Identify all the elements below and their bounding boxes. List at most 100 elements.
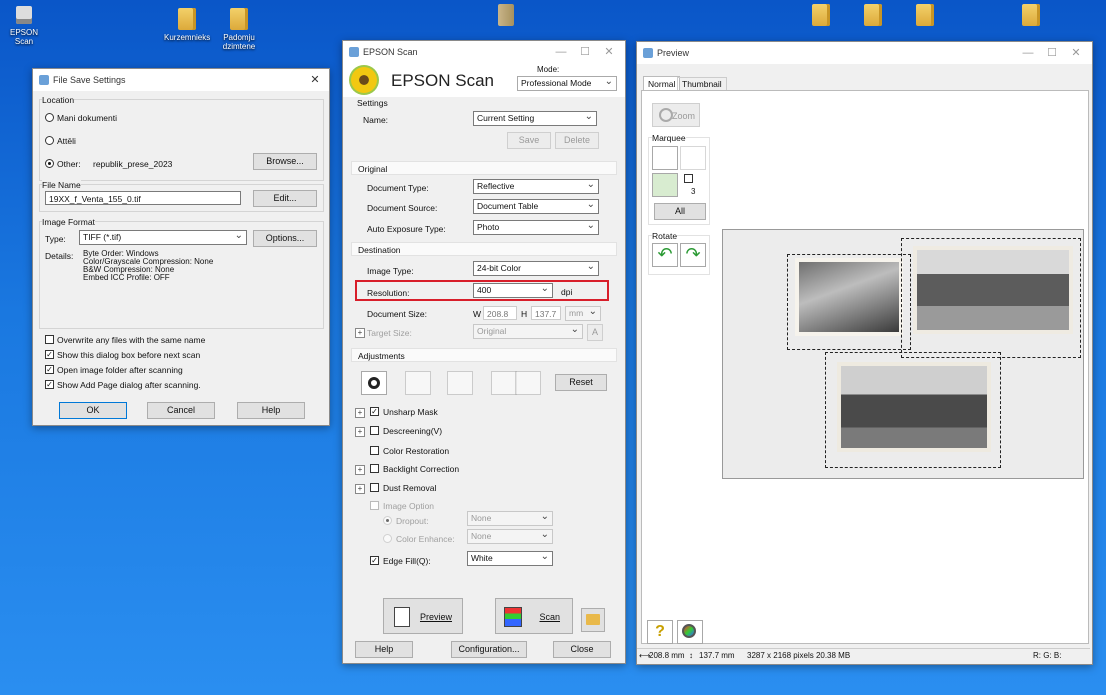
archive-icon[interactable] bbox=[498, 4, 514, 26]
document-source-select[interactable]: Document Table bbox=[473, 198, 599, 214]
mode-select[interactable]: Professional Mode bbox=[517, 75, 617, 91]
target-size-lock-button[interactable]: A bbox=[587, 324, 603, 341]
shared-folder-icon[interactable] bbox=[1022, 4, 1040, 26]
backlight-expand[interactable]: + bbox=[355, 465, 365, 475]
rotate-right-icon[interactable]: ↷ bbox=[680, 243, 706, 267]
marquee-copy-icon[interactable] bbox=[680, 146, 706, 170]
edge-fill-select[interactable]: White bbox=[467, 550, 553, 566]
file-name-field[interactable]: 19XX_f_Venta_155_0.tif bbox=[45, 191, 241, 205]
marquee-tool-icon[interactable] bbox=[652, 146, 678, 170]
tab-thumbnail[interactable]: Thumbnail bbox=[677, 77, 727, 91]
minimize-button[interactable]: — bbox=[549, 44, 573, 60]
reset-button[interactable]: Reset bbox=[555, 374, 607, 391]
document-type-select[interactable]: Reflective bbox=[473, 178, 599, 194]
close-button[interactable]: ✕ bbox=[597, 44, 621, 60]
configuration-button[interactable]: Configuration... bbox=[451, 641, 527, 658]
overwrite-checkbox[interactable] bbox=[45, 335, 54, 344]
desktop-icon-epson-scan[interactable]: EPSON Scan bbox=[4, 2, 44, 46]
unsharp-mask-checkbox[interactable]: ✓ bbox=[370, 407, 379, 416]
close-button[interactable]: ✕ bbox=[303, 72, 327, 88]
tab-normal[interactable]: Normal bbox=[643, 76, 681, 91]
ok-button[interactable]: OK bbox=[59, 402, 127, 419]
marquee-count-checkbox[interactable] bbox=[684, 174, 693, 183]
add-page-checkbox[interactable]: ✓ bbox=[45, 380, 54, 389]
dust-removal-checkbox[interactable] bbox=[370, 483, 379, 492]
edit-button[interactable]: Edit... bbox=[253, 190, 317, 207]
title-bar: EPSON Scan — ☐ ✕ bbox=[343, 41, 625, 63]
radio-mani-dokumenti[interactable] bbox=[45, 113, 54, 122]
image-adjustment-icon[interactable] bbox=[491, 371, 517, 395]
cancel-button[interactable]: Cancel bbox=[147, 402, 215, 419]
browse-button[interactable]: Browse... bbox=[253, 153, 317, 170]
auto-exposure-select[interactable]: Photo bbox=[473, 219, 599, 235]
tone-correction-icon[interactable] bbox=[447, 371, 473, 395]
dropout-select[interactable]: None bbox=[467, 510, 553, 526]
image-format-label: Image Format bbox=[42, 217, 95, 227]
descreening-checkbox[interactable] bbox=[370, 426, 379, 435]
help-button[interactable]: Help bbox=[355, 641, 413, 658]
open-folder-checkbox[interactable]: ✓ bbox=[45, 365, 54, 374]
unsharp-expand[interactable]: + bbox=[355, 408, 365, 418]
close-button[interactable]: Close bbox=[553, 641, 611, 658]
color-enhance-radio[interactable] bbox=[383, 534, 392, 543]
edge-fill-checkbox[interactable]: ✓ bbox=[370, 556, 379, 565]
scan-button[interactable]: Scan bbox=[495, 598, 573, 634]
zoom-button[interactable]: Zoom bbox=[652, 103, 700, 127]
options-button[interactable]: Options... bbox=[253, 230, 317, 247]
shared-folder-icon[interactable] bbox=[916, 4, 934, 26]
radio-other[interactable] bbox=[45, 159, 54, 168]
help-button[interactable]: Help bbox=[237, 402, 305, 419]
all-button[interactable]: All bbox=[654, 203, 706, 220]
height-field[interactable]: 137.7 bbox=[531, 306, 561, 320]
desktop-icon-padomju-dzimtene[interactable]: Padomju dzimtene bbox=[214, 8, 264, 51]
close-button[interactable]: ✕ bbox=[1064, 45, 1088, 61]
backlight-correction-checkbox[interactable] bbox=[370, 464, 379, 473]
image-option-checkbox[interactable] bbox=[370, 501, 379, 510]
save-setting-button[interactable]: Save bbox=[507, 132, 551, 149]
shared-folder-icon[interactable] bbox=[864, 4, 882, 26]
delete-setting-button[interactable]: Delete bbox=[555, 132, 599, 149]
target-size-select[interactable]: Original bbox=[473, 323, 583, 339]
checkbox-label: Show Add Page dialog after scanning. bbox=[57, 380, 201, 390]
target-size-expand[interactable]: + bbox=[355, 328, 365, 338]
dropout-radio[interactable] bbox=[383, 516, 392, 525]
document-type-label: Document Type: bbox=[367, 183, 429, 193]
histogram-icon[interactable] bbox=[405, 371, 431, 395]
auto-exposure-icon[interactable] bbox=[361, 371, 387, 395]
marquee-selection[interactable] bbox=[787, 254, 911, 350]
checkbox-label: Unsharp Mask bbox=[383, 407, 438, 417]
file-save-settings-button[interactable] bbox=[581, 608, 605, 632]
document-icon bbox=[394, 607, 410, 627]
image-type-select[interactable]: 24-bit Color bbox=[473, 260, 599, 276]
maximize-button[interactable]: ☐ bbox=[573, 44, 597, 60]
color-restoration-checkbox[interactable] bbox=[370, 446, 379, 455]
desktop-icon-kurzemnieks[interactable]: Kurzemnieks bbox=[164, 8, 210, 42]
descreening-expand[interactable]: + bbox=[355, 427, 365, 437]
shared-folder-icon[interactable] bbox=[812, 4, 830, 26]
marquee-selection[interactable] bbox=[901, 238, 1081, 358]
type-select[interactable]: TIFF (*.tif) bbox=[79, 229, 247, 245]
preview-window: Preview — ☐ ✕ Normal Thumbnail Zoom Marq… bbox=[636, 41, 1093, 665]
preview-magnifier-icon[interactable] bbox=[677, 620, 703, 644]
preview-image-area[interactable] bbox=[722, 229, 1084, 479]
help-question-icon[interactable]: ? bbox=[647, 620, 673, 644]
marquee-fit-icon[interactable] bbox=[652, 173, 678, 197]
desktop-icon-label: Padomju dzimtene bbox=[222, 33, 256, 51]
show-dialog-checkbox[interactable]: ✓ bbox=[45, 350, 54, 359]
dust-expand[interactable]: + bbox=[355, 484, 365, 494]
status-pixels: 3287 x 2168 pixels 20.38 MB bbox=[747, 651, 851, 660]
color-palette-icon[interactable] bbox=[515, 371, 541, 395]
radio-atteli[interactable] bbox=[45, 136, 54, 145]
maximize-button[interactable]: ☐ bbox=[1040, 45, 1064, 61]
epson-scan-window: EPSON Scan — ☐ ✕ EPSON Scan Mode: Profes… bbox=[342, 40, 626, 664]
marquee-selection[interactable] bbox=[825, 352, 1001, 468]
destination-section: Destination bbox=[351, 242, 617, 256]
preview-button[interactable]: Preview bbox=[383, 598, 463, 634]
width-field[interactable]: 208.8 bbox=[483, 306, 517, 320]
color-enhance-select[interactable]: None bbox=[467, 528, 553, 544]
minimize-button[interactable]: — bbox=[1016, 45, 1040, 61]
rotate-left-icon[interactable]: ↶ bbox=[652, 243, 678, 267]
setting-name-select[interactable]: Current Setting bbox=[473, 110, 597, 126]
unit-select[interactable]: mm bbox=[565, 305, 601, 321]
resolution-select[interactable]: 400 bbox=[473, 282, 553, 298]
